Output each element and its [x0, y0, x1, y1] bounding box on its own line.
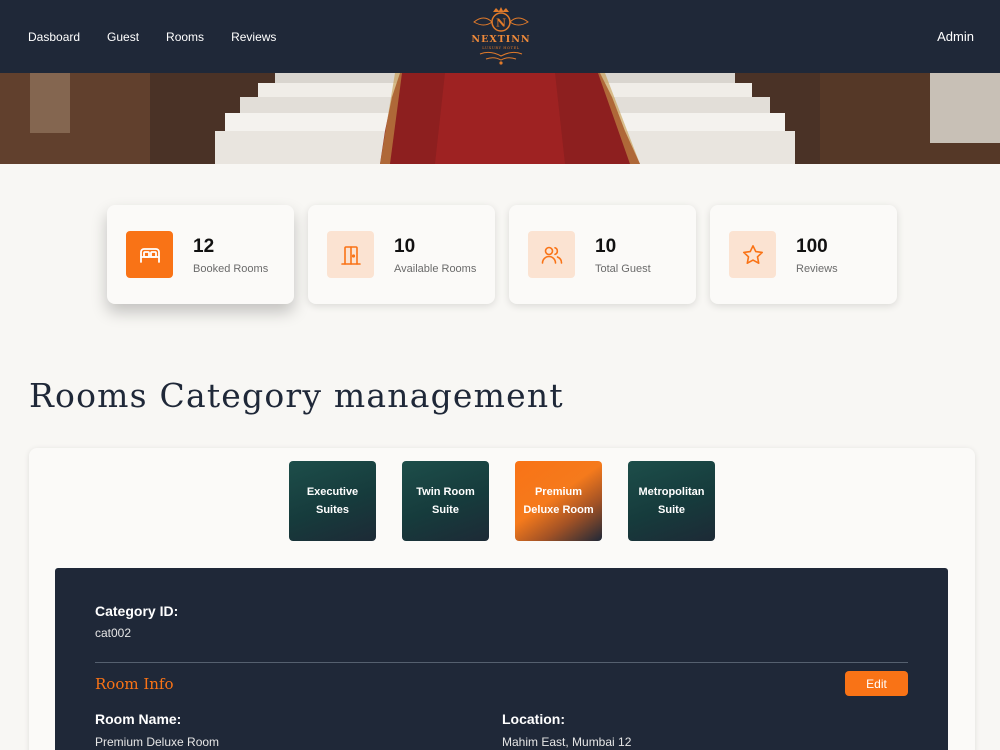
stat-card-booked-rooms[interactable]: 12 Booked Rooms: [107, 205, 294, 304]
location-label: Location:: [502, 711, 565, 727]
room-name-value: Premium Deluxe Room: [95, 735, 220, 749]
stat-label: Total Guest: [595, 263, 651, 275]
door-icon: [327, 231, 374, 278]
star-icon: [729, 231, 776, 278]
top-navbar: Dasboard Guest Rooms Reviews N NEXTINN L…: [0, 0, 1000, 73]
stat-label: Available Rooms: [394, 263, 477, 275]
room-info-heading: Room Info: [95, 675, 174, 693]
bed-icon: [126, 231, 173, 278]
stat-value: 10: [394, 236, 416, 257]
hotel-logo[interactable]: N NEXTINN LUXURY HOTEL: [466, 6, 536, 66]
category-tab-twin-room-suite[interactable]: Twin Room Suite: [402, 461, 489, 541]
main-nav: Dasboard Guest Rooms Reviews: [28, 0, 276, 73]
stat-card-available-rooms[interactable]: 10 Available Rooms: [308, 205, 495, 304]
location-value: Mahim East, Mumbai 12: [502, 735, 632, 749]
room-name-label: Room Name:: [95, 711, 182, 727]
edit-button[interactable]: Edit: [845, 671, 908, 696]
hero-banner-image: [0, 73, 1000, 164]
stat-label: Reviews: [796, 263, 838, 275]
stat-card-total-guest[interactable]: 10 Total Guest: [509, 205, 696, 304]
svg-text:LUXURY HOTEL: LUXURY HOTEL: [482, 46, 520, 50]
nav-dashboard[interactable]: Dasboard: [28, 30, 80, 44]
stat-card-reviews[interactable]: 100 Reviews: [710, 205, 897, 304]
divider: [95, 662, 908, 663]
stat-value: 12: [193, 236, 215, 257]
nav-guest[interactable]: Guest: [107, 30, 139, 44]
category-tab-metropolitan-suite[interactable]: Metropolitan Suite: [628, 461, 715, 541]
nav-reviews[interactable]: Reviews: [231, 30, 276, 44]
svg-text:N: N: [496, 17, 506, 30]
nav-rooms[interactable]: Rooms: [166, 30, 204, 44]
category-tab-executive-suites[interactable]: Executive Suites: [289, 461, 376, 541]
category-panel: Executive Suites Twin Room Suite Premium…: [29, 448, 975, 750]
stats-row: 12 Booked Rooms 10 Available Rooms 10 To…: [107, 205, 897, 304]
category-id-value: cat002: [95, 626, 132, 640]
page-title: Rooms Category management: [29, 376, 564, 415]
admin-user-menu[interactable]: Admin: [937, 0, 974, 73]
users-icon: [528, 231, 575, 278]
stat-value: 10: [595, 236, 617, 257]
stat-value: 100: [796, 236, 828, 257]
category-tab-premium-deluxe-room[interactable]: Premium Deluxe Room: [515, 461, 602, 541]
svg-text:NEXTINN: NEXTINN: [471, 34, 530, 45]
category-details-card: Category ID: cat002 Room Info Edit Room …: [55, 568, 948, 750]
stat-label: Booked Rooms: [193, 263, 269, 275]
category-id-label: Category ID:: [95, 603, 179, 619]
